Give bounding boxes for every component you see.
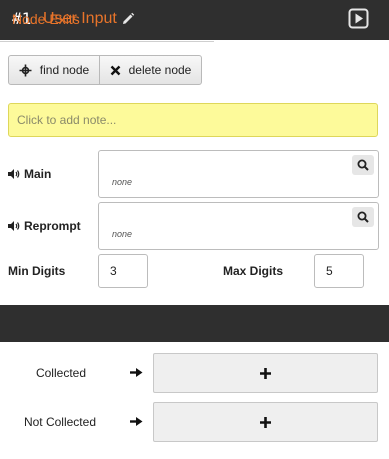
max-digits-label: Max Digits (223, 264, 284, 278)
speaker-icon (8, 169, 20, 179)
search-icon (357, 159, 369, 171)
main-prompt-text: Main (24, 167, 52, 181)
header-divider (0, 41, 214, 42)
speaker-icon (8, 221, 20, 231)
main-prompt-label: Main (8, 166, 51, 182)
note-field[interactable]: Click to add note... (8, 103, 378, 137)
reprompt-search-button[interactable] (352, 207, 374, 227)
exit-label-not-collected: Not Collected (23, 415, 96, 429)
arrow-right-icon (130, 367, 143, 381)
add-exit-not-collected-button[interactable] (153, 402, 378, 442)
reprompt-label: Reprompt (8, 218, 81, 234)
play-icon[interactable] (348, 8, 369, 29)
add-exit-collected-button[interactable] (153, 353, 378, 393)
main-prompt-box[interactable]: none (98, 150, 379, 198)
min-digits-label: Min Digits (8, 264, 66, 278)
find-node-label: find node (39, 63, 90, 77)
max-digits-input[interactable] (314, 254, 364, 288)
reprompt-text: Reprompt (24, 219, 81, 233)
crosshair-icon (19, 64, 32, 76)
reprompt-value: none (112, 229, 133, 239)
main-prompt-value: none (112, 177, 133, 187)
pencil-icon[interactable] (121, 12, 135, 26)
arrow-right-icon (130, 416, 143, 430)
plus-icon (260, 416, 271, 428)
node-exits-header (0, 305, 389, 342)
node-exits-title: Node Exits (12, 11, 80, 27)
search-icon (357, 211, 369, 223)
reprompt-box[interactable]: none (98, 202, 379, 250)
main-search-button[interactable] (352, 155, 374, 175)
note-placeholder: Click to add note... (17, 113, 117, 127)
find-node-button[interactable]: find node (8, 55, 100, 85)
delete-node-button[interactable]: delete node (99, 55, 202, 85)
delete-node-label: delete node (128, 63, 192, 77)
x-icon (110, 65, 120, 75)
min-digits-input[interactable] (98, 254, 148, 288)
plus-icon (260, 367, 271, 379)
exit-label-collected: Collected (35, 366, 86, 380)
